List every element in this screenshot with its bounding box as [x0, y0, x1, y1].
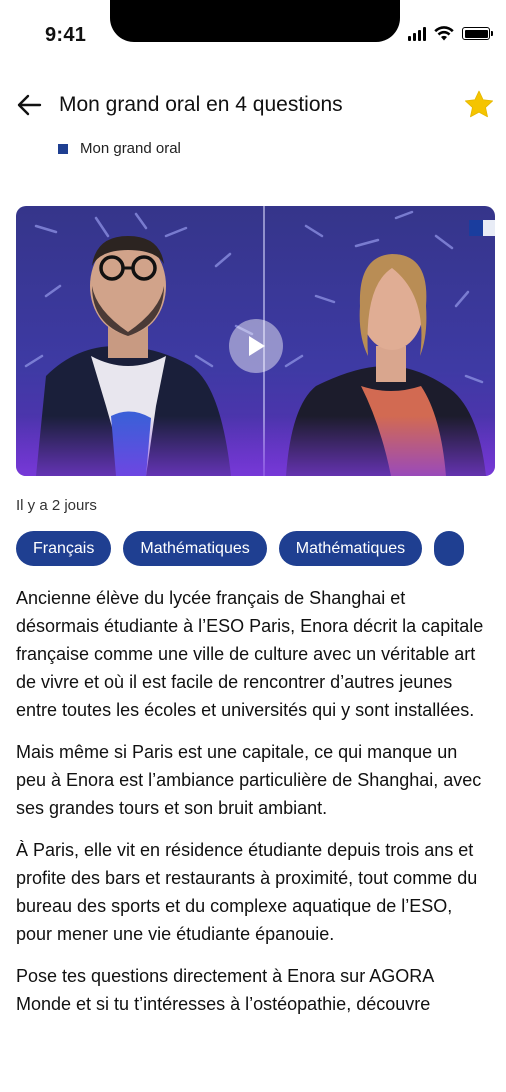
category-text: Mon grand oral: [80, 140, 181, 157]
page-header: Mon grand oral en 4 questions: [0, 80, 506, 130]
status-bar: 9:41: [0, 0, 506, 60]
publish-date: Il y a 2 jours: [16, 497, 97, 514]
play-button[interactable]: [229, 319, 283, 373]
page-title: Mon grand oral en 4 questions: [59, 93, 343, 116]
tag-chip[interactable]: Français: [16, 531, 112, 566]
paragraph: À Paris, elle vit en résidence étudiante…: [16, 840, 478, 944]
video-player[interactable]: [16, 206, 495, 476]
battery-icon: [462, 27, 493, 40]
play-icon: [249, 336, 265, 356]
article-body: Ancienne élève du lycée français de Shan…: [16, 584, 492, 1032]
arrow-left-icon: [17, 94, 42, 116]
status-time: 9:41: [45, 24, 87, 46]
category-label: Mon grand oral: [58, 140, 181, 157]
favorite-button[interactable]: [462, 88, 496, 122]
paragraph: Mais même si Paris est une capitale, ce …: [16, 742, 482, 818]
paragraph: Pose tes questions directement à Enora s…: [16, 966, 434, 1014]
category-square-icon: [58, 143, 68, 154]
tag-chip[interactable]: Mathématiques: [278, 531, 423, 566]
paragraph: Ancienne élève du lycée français de Shan…: [16, 588, 484, 720]
tag-chip[interactable]: Mathématiques: [123, 531, 267, 566]
status-icons: [408, 26, 493, 41]
wifi-icon: [434, 26, 454, 41]
tag-list: Français Mathématiques Mathématiques: [16, 531, 465, 566]
tag-chip-overflow[interactable]: [434, 531, 465, 566]
device-notch: [110, 0, 400, 42]
star-icon: [464, 90, 494, 118]
video-gradient: [16, 416, 495, 476]
flag-icon: [469, 220, 495, 236]
cellular-signal-icon: [408, 26, 426, 41]
back-button[interactable]: [14, 90, 44, 120]
